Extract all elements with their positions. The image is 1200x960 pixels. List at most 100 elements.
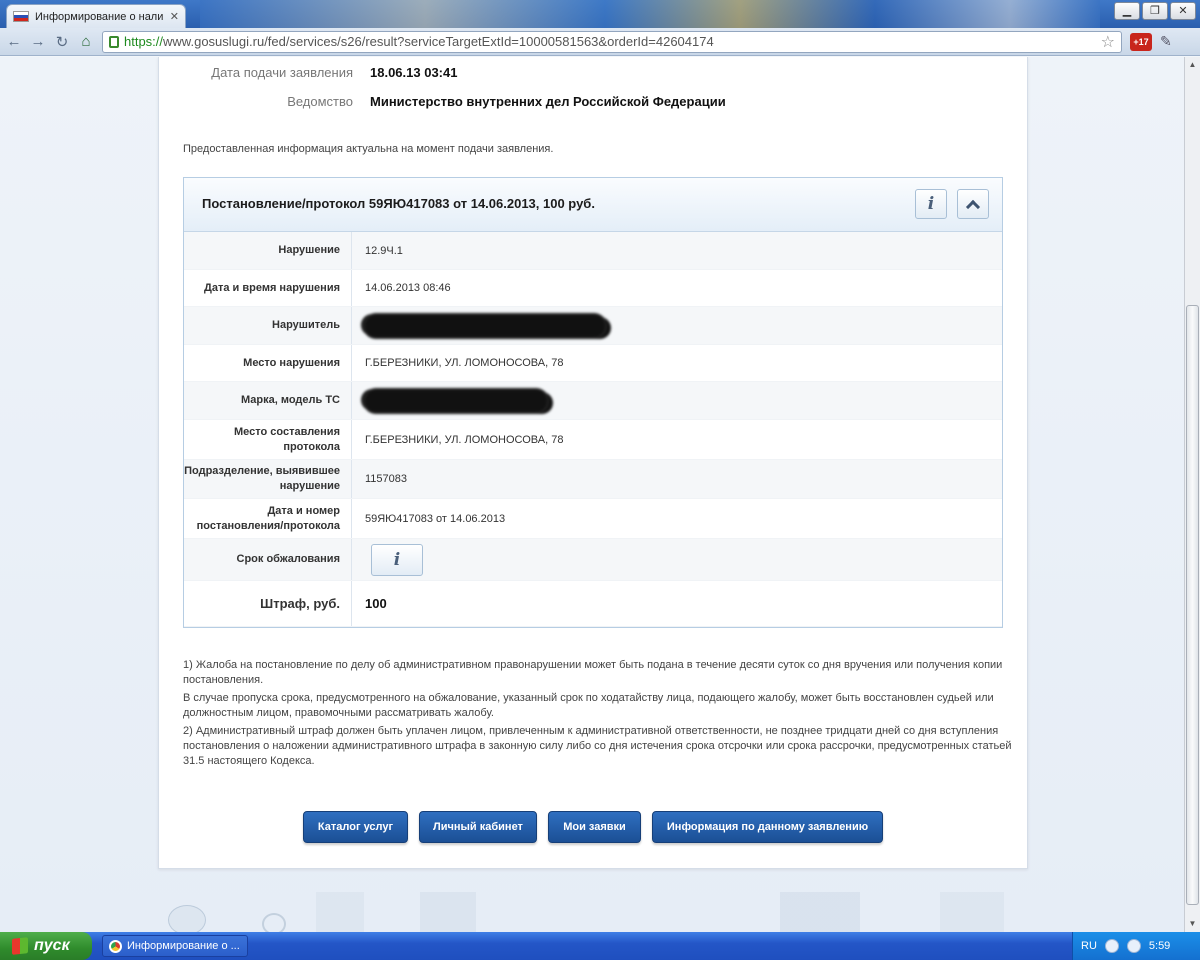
scrollbar-thumb[interactable] <box>1186 305 1199 905</box>
collapse-button[interactable] <box>957 189 989 219</box>
language-indicator[interactable]: RU <box>1081 940 1097 952</box>
table-row: Дата и время нарушения 14.06.2013 08:46 <box>184 270 1002 307</box>
vehicle-value <box>365 382 547 419</box>
back-arrow-icon[interactable]: ← <box>6 33 22 50</box>
table-row: Место составления протокола Г.БЕРЕЗНИКИ,… <box>184 420 1002 460</box>
offender-label: Нарушитель <box>184 307 352 344</box>
content-card: Дата подачи заявления 18.06.13 03:41 Вед… <box>158 57 1028 869</box>
browser-toolbar: ← → ↻ ⌂ https://www.gosuslugi.ru/fed/ser… <box>0 28 1200 56</box>
protocol-place-value: Г.БЕРЕЗНИКИ, УЛ. ЛОМОНОСОВА, 78 <box>365 433 564 446</box>
tab-title: Информирование о наличии <box>35 10 164 23</box>
protocol-place-label: Место составления протокола <box>184 420 352 459</box>
footnote-2: 2) Административный штраф должен быть уп… <box>183 725 1012 767</box>
footnote-1: 1) Жалоба на постановление по делу об ад… <box>183 659 1003 686</box>
appeal-label: Срок обжалования <box>184 539 352 580</box>
close-window-button[interactable]: ✕ <box>1170 2 1196 20</box>
my-orders-button[interactable]: Мои заявки <box>548 811 641 843</box>
url-text: https://www.gosuslugi.ru/fed/services/s2… <box>124 34 714 49</box>
offender-value <box>365 307 605 344</box>
close-tab-icon[interactable]: ✕ <box>170 10 179 23</box>
division-value: 1157083 <box>365 473 408 485</box>
clock: 5:59 <box>1148 940 1171 952</box>
place-label: Место нарушения <box>184 345 352 381</box>
table-row: Срок обжалования i <box>184 539 1002 581</box>
scroll-down-icon[interactable]: ▼ <box>1185 916 1200 932</box>
order-info-button[interactable]: Информация по данному заявлению <box>652 811 883 843</box>
table-row: Подразделение, выявившее нарушение 11570… <box>184 460 1002 499</box>
table-row: Нарушение 12.9Ч.1 <box>184 232 1002 270</box>
forward-arrow-icon[interactable]: → <box>30 33 46 50</box>
resolution-panel: Постановление/протокол 59ЯЮ417083 от 14.… <box>183 177 1003 628</box>
submission-date-value: 18.06.13 03:41 <box>370 65 458 80</box>
window-controls: ▁ ❐ ✕ <box>1114 2 1196 20</box>
submission-date-row: Дата подачи заявления 18.06.13 03:41 <box>159 65 1029 85</box>
vehicle-label: Марка, модель ТС <box>184 382 352 419</box>
taskbar-item-label: Информирование о ... <box>127 940 240 952</box>
table-row: Дата и номер постановления/протокола 59Я… <box>184 499 1002 539</box>
home-icon[interactable]: ⌂ <box>78 33 94 50</box>
datetime-label: Дата и время нарушения <box>184 270 352 306</box>
submission-date-label: Дата подачи заявления <box>211 65 353 80</box>
maximize-button[interactable]: ❐ <box>1142 2 1168 20</box>
lock-icon <box>109 35 119 48</box>
page-viewport: Дата подачи заявления 18.06.13 03:41 Вед… <box>0 57 1184 932</box>
division-label: Подразделение, выявившее нарушение <box>184 460 352 498</box>
info-icon: i <box>393 549 401 570</box>
window-titlebar: Информирование о наличии ✕ ▁ ❐ ✕ <box>0 0 1200 28</box>
violation-label: Нарушение <box>184 232 352 269</box>
appeal-value: i <box>371 539 423 580</box>
footnotes: 1) Жалоба на постановление по делу об ад… <box>183 658 1013 772</box>
address-bar[interactable]: https://www.gosuslugi.ru/fed/services/s2… <box>102 30 1122 53</box>
start-button[interactable]: пуск <box>0 932 92 960</box>
catalog-button[interactable]: Каталог услуг <box>303 811 408 843</box>
resolution-label: Дата и номер постановления/протокола <box>184 499 352 538</box>
actuality-notice: Предоставленная информация актуальна на … <box>183 143 554 155</box>
chevron-up-icon <box>965 199 981 214</box>
department-value: Министерство внутренних дел Российской Ф… <box>370 94 726 109</box>
chrome-icon <box>109 939 122 953</box>
extension-badge[interactable]: +17 <box>1130 32 1152 51</box>
panel-header[interactable]: Постановление/протокол 59ЯЮ417083 от 14.… <box>184 178 1002 232</box>
department-row: Ведомство Министерство внутренних дел Ро… <box>159 94 1029 114</box>
violation-value: 12.9Ч.1 <box>365 244 403 257</box>
table-row: Марка, модель ТС <box>184 382 1002 420</box>
system-tray: RU 5:59 <box>1072 932 1200 960</box>
minimize-button[interactable]: ▁ <box>1114 2 1140 20</box>
panel-title: Постановление/протокол 59ЯЮ417083 от 14.… <box>202 196 595 211</box>
theme-background <box>200 0 1100 28</box>
bluetooth-icon[interactable] <box>1126 939 1141 953</box>
portal-logo-icon <box>262 913 286 932</box>
appeal-info-button[interactable]: i <box>371 543 423 576</box>
table-row: Место нарушения Г.БЕРЕЗНИКИ, УЛ. ЛОМОНОС… <box>184 345 1002 382</box>
footnote-1-note: В случае пропуска срока, предусмотренног… <box>183 692 994 719</box>
place-value: Г.БЕРЕЗНИКИ, УЛ. ЛОМОНОСОВА, 78 <box>365 357 564 369</box>
fine-value: 100 <box>365 596 387 611</box>
reload-icon[interactable]: ↻ <box>54 33 70 51</box>
table-row: Штраф, руб. 100 <box>184 581 1002 627</box>
coat-of-arms-icon <box>168 905 206 932</box>
start-label: пуск <box>34 937 70 954</box>
network-icon[interactable] <box>1104 939 1119 953</box>
department-label: Ведомство <box>287 94 353 109</box>
browser-tab[interactable]: Информирование о наличии ✕ <box>6 4 186 28</box>
vertical-scrollbar[interactable]: ▲ ▼ <box>1184 57 1200 932</box>
city-skyline-decoration <box>300 892 1100 932</box>
windows-logo-icon <box>12 937 28 955</box>
fine-label: Штраф, руб. <box>184 581 352 626</box>
windows-taskbar: пуск Информирование о ... RU 5:59 <box>0 932 1200 960</box>
details-table: Нарушение 12.9Ч.1 Дата и время нарушения… <box>184 232 1002 627</box>
redaction-mark <box>365 389 547 412</box>
info-button[interactable]: i <box>915 189 947 219</box>
russian-flag-icon <box>13 11 29 22</box>
table-row: Нарушитель <box>184 307 1002 345</box>
wrench-icon[interactable]: ✎ <box>1160 33 1172 50</box>
taskbar-item-browser[interactable]: Информирование о ... <box>102 935 248 957</box>
personal-cabinet-button[interactable]: Личный кабинет <box>419 811 537 843</box>
resolution-value: 59ЯЮ417083 от 14.06.2013 <box>365 512 506 525</box>
bookmark-star-icon[interactable]: ☆ <box>1101 32 1115 52</box>
scroll-up-icon[interactable]: ▲ <box>1185 57 1200 73</box>
datetime-value: 14.06.2013 08:46 <box>365 282 451 294</box>
info-icon: i <box>927 194 935 214</box>
redaction-mark <box>365 314 605 337</box>
action-buttons: Каталог услуг Личный кабинет Мои заявки … <box>159 811 1029 843</box>
